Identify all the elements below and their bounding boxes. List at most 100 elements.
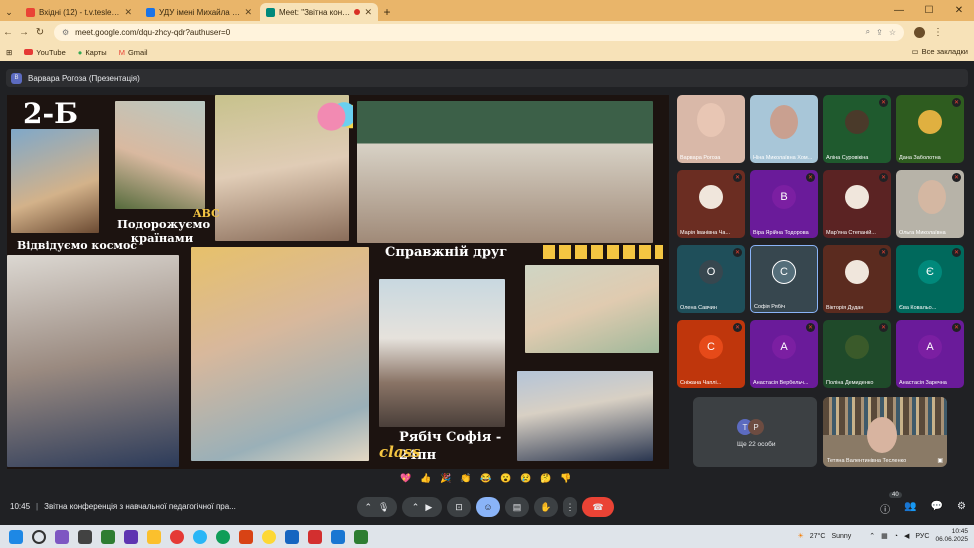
pin-icon[interactable]: ▣	[937, 457, 943, 464]
tab-gmail[interactable]: Вхідні (12) - t.v.teslenko@npu.edu.ua ✕	[20, 3, 138, 21]
wifi-icon[interactable]: ◔	[894, 533, 898, 540]
files-icon[interactable]	[147, 529, 161, 544]
more-button[interactable]: ⋮	[563, 497, 577, 517]
participant-tile[interactable]: ✕ Мар'яна Степаній...	[823, 170, 891, 238]
camera-button[interactable]: ⌃ ▶	[402, 497, 442, 517]
maps-icon: ●	[77, 47, 83, 57]
participant-tile[interactable]: С Софія Рябіч	[750, 245, 818, 313]
zoom-icon[interactable]: ⌕	[866, 27, 870, 37]
address-bar[interactable]: ⚙ meet.google.com/dqu-zhcy-qdr?authuser=…	[54, 23, 904, 41]
close-icon[interactable]: ✕	[364, 7, 372, 18]
tab-udu[interactable]: УДУ імені Михайла Драгоманова ✕	[140, 3, 258, 21]
control-bar: 10:45 | Звітна конференція з навчальної …	[0, 489, 974, 525]
reaction-clap[interactable]: 👏	[460, 472, 472, 484]
participant-tile[interactable]: ✕ О Олена Савчин	[677, 245, 745, 313]
clock[interactable]: 10:45 06.06.2025	[935, 528, 968, 544]
app-icon[interactable]	[101, 529, 115, 544]
opera-icon[interactable]	[170, 529, 184, 544]
back-icon[interactable]: ←	[0, 27, 16, 38]
site-info-icon[interactable]: ⚙	[62, 28, 69, 37]
powerpoint-icon[interactable]	[239, 529, 253, 544]
participant-tile[interactable]: ✕ С Сніжана Чаплі...	[677, 320, 745, 388]
participant-tile[interactable]: Варвара Рогоза	[677, 95, 745, 163]
presentation-slide: 2-Б Подорожуємо країнами ABC Відвідуємо …	[7, 95, 669, 469]
close-icon[interactable]: ✕	[244, 7, 252, 18]
reaction-sad[interactable]: 😢	[520, 472, 532, 484]
participant-tile[interactable]: ✕ А Анастасія Заречна	[896, 320, 964, 388]
reaction-surprised[interactable]: 😮	[500, 472, 512, 484]
participant-tile[interactable]: ✕ Ольга Миколаївна	[896, 170, 964, 238]
self-view-tile[interactable]: Тетяна Валентинівна Тесленко ▣	[823, 397, 947, 467]
participant-tile[interactable]: ✕ Аліна Суровікіна	[823, 95, 891, 163]
volume-icon[interactable]: ◀	[904, 532, 909, 540]
chevron-up-icon[interactable]: ⌃	[365, 502, 373, 513]
reaction-thumbs-up[interactable]: 👍	[420, 472, 432, 484]
reaction-laugh[interactable]: 😂	[480, 472, 492, 484]
info-icon[interactable]: ⓘ	[880, 501, 890, 516]
participant-tile[interactable]: ✕ Дана Заболотна	[896, 95, 964, 163]
participant-tile[interactable]: ✕ Марія Іванівна Ча...	[677, 170, 745, 238]
forward-icon[interactable]: →	[16, 27, 32, 38]
captions-button[interactable]: ▤	[505, 497, 529, 517]
mic-button[interactable]: ⌃ 🎙	[357, 497, 397, 517]
bookmark-maps[interactable]: ● Карты	[78, 48, 107, 57]
chat-icon[interactable]: 💬	[931, 501, 943, 516]
participant-tile[interactable]: ✕ Поліна Демиденко	[823, 320, 891, 388]
class-photo	[525, 265, 659, 353]
language-indicator[interactable]: РУС	[915, 533, 929, 540]
edge-icon[interactable]	[216, 529, 230, 544]
participant-video	[770, 105, 798, 139]
bunting-decoration	[543, 245, 663, 259]
zoom-icon[interactable]	[285, 529, 299, 544]
reload-icon[interactable]: ↻	[32, 27, 48, 38]
participant-tile[interactable]: ✕ Вікторія Дудан	[823, 245, 891, 313]
emoji-button[interactable]: ☺	[476, 497, 500, 517]
more-vert-icon: ⋮	[565, 501, 575, 512]
weather-icon: ☀	[797, 533, 804, 540]
tab-meet[interactable]: Meet: "Звітна конференція з… ✕	[260, 3, 378, 21]
chevron-up-icon[interactable]: ⌃	[412, 502, 420, 513]
excel-icon[interactable]	[354, 529, 368, 544]
participant-tile[interactable]: ✕ Є Єва Ковальо...	[896, 245, 964, 313]
class-photo	[11, 129, 99, 233]
folder-icon: ▭	[911, 47, 919, 56]
raise-hand-button[interactable]: ✋	[534, 497, 558, 517]
chrome-icon[interactable]	[262, 529, 276, 544]
search-icon[interactable]	[32, 529, 46, 544]
participant-tile[interactable]: Ніна Миколаївна Хом...	[750, 95, 818, 163]
minimize-icon[interactable]: —	[884, 0, 914, 20]
new-tab-button[interactable]: +	[378, 3, 396, 21]
bookmark-star-icon[interactable]: ☆	[889, 28, 896, 37]
close-window-icon[interactable]: ✕	[944, 0, 974, 20]
copilot-icon[interactable]	[55, 529, 69, 544]
close-icon[interactable]: ✕	[124, 7, 132, 18]
activities-icon[interactable]: ⚙	[957, 501, 966, 516]
reaction-thumbs-down[interactable]: 👎	[560, 472, 572, 484]
reaction-thinking[interactable]: 🤔	[540, 472, 552, 484]
bookmark-youtube[interactable]: YouTube	[24, 48, 66, 57]
telegram-icon[interactable]	[193, 529, 207, 544]
present-button[interactable]: ⊡	[447, 497, 471, 517]
participant-tile[interactable]: ✕ А Анастасія Вербельч...	[750, 320, 818, 388]
people-icon[interactable]: 👥	[904, 501, 916, 516]
windows-start-icon[interactable]	[9, 529, 23, 544]
profile-avatar[interactable]	[914, 26, 925, 38]
maximize-icon[interactable]: ☐	[914, 0, 944, 20]
tab-search-icon[interactable]: ⌄	[0, 3, 18, 21]
end-call-button[interactable]: ☎	[582, 497, 614, 517]
word-icon[interactable]	[331, 529, 345, 544]
reaction-heart[interactable]: 💖	[400, 472, 412, 484]
participant-tile[interactable]: ✕ В Віра Ярійна Тодорова	[750, 170, 818, 238]
apps-icon[interactable]: ⊞	[6, 48, 12, 57]
share-icon[interactable]: ⇪	[876, 28, 883, 37]
network-icon[interactable]: ▦	[881, 532, 888, 540]
menu-icon[interactable]: ⋮	[933, 27, 943, 38]
bookmark-gmail[interactable]: M Gmail	[119, 48, 148, 57]
pdf-icon[interactable]	[308, 529, 322, 544]
tray-chevron-icon[interactable]: ⌃	[869, 532, 875, 540]
viber-icon[interactable]	[124, 529, 138, 544]
task-view-icon[interactable]	[78, 529, 92, 544]
reaction-party[interactable]: 🎉	[440, 472, 452, 484]
all-bookmarks[interactable]: ▭ Все закладки	[912, 47, 968, 56]
more-participants-tile[interactable]: Т Р Ще 22 особи	[693, 397, 817, 467]
